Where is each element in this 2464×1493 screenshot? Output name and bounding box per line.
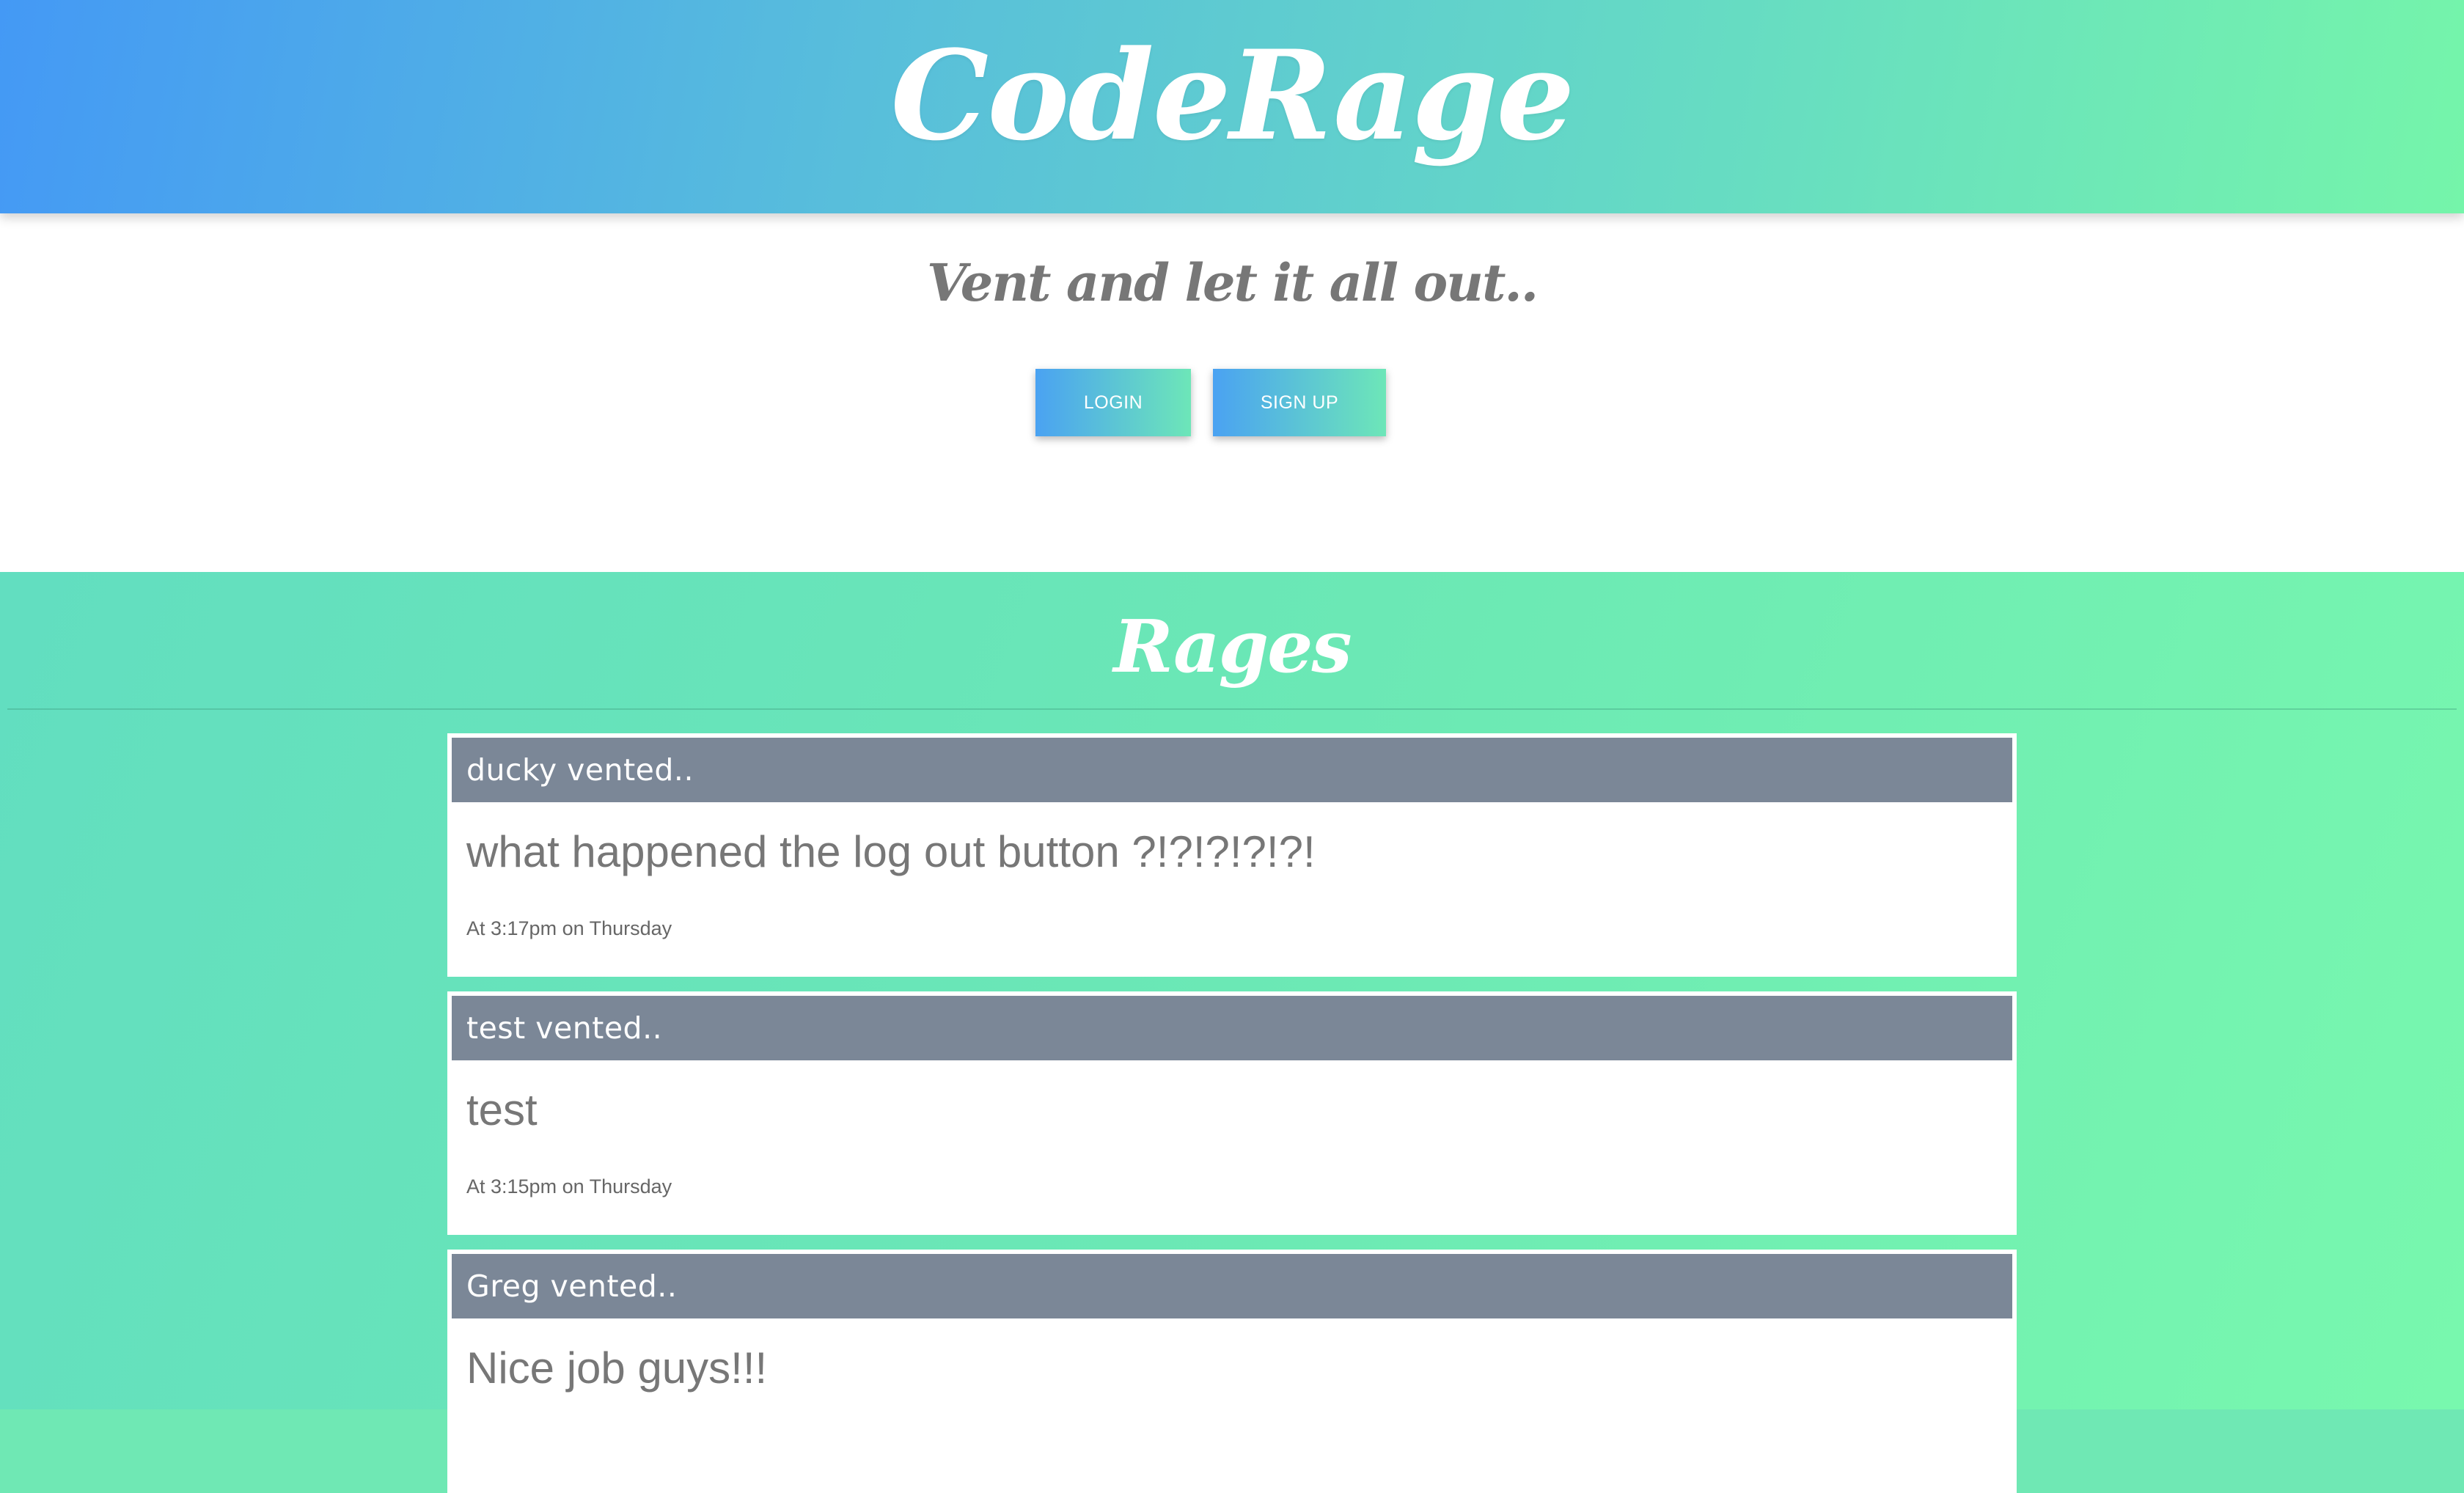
login-button[interactable]: LOGIN: [1035, 369, 1191, 436]
hero-section: Vent and let it all out.. LOGIN SIGN UP: [0, 213, 2464, 572]
feed-divider: [7, 708, 2457, 710]
rage-card: Greg vented.. Nice job guys!!!: [447, 1250, 2017, 1493]
rage-author: test vented..: [452, 996, 2012, 1060]
rage-author: Greg vented..: [452, 1254, 2012, 1318]
rage-timestamp: At 3:17pm on Thursday: [466, 917, 672, 939]
rage-author: ducky vented..: [452, 738, 2012, 802]
feed-title: Rages: [1113, 605, 1352, 689]
rage-card: test vented.. test At 3:15pm on Thursday: [447, 991, 2017, 1235]
rage-message: Nice job guys!!!: [466, 1343, 768, 1393]
rage-message: what happened the log out button ?!?!?!?…: [466, 827, 1316, 876]
tagline: Vent and let it all out..: [926, 252, 1539, 313]
rage-message: test: [466, 1085, 538, 1134]
rage-body: test At 3:15pm on Thursday: [452, 1060, 2012, 1226]
rage-card: ducky vented.. what happened the log out…: [447, 733, 2017, 977]
rage-timestamp: At 3:15pm on Thursday: [466, 1175, 672, 1197]
rage-body: Nice job guys!!!: [452, 1318, 2012, 1484]
site-logo[interactable]: CodeRage: [0, 15, 2464, 176]
header: CodeRage: [0, 0, 2464, 213]
rage-body: what happened the log out button ?!?!?!?…: [452, 802, 2012, 968]
signup-button[interactable]: SIGN UP: [1213, 369, 1386, 436]
rages-feed: Rages ducky vented.. what happened the l…: [0, 572, 2464, 1493]
